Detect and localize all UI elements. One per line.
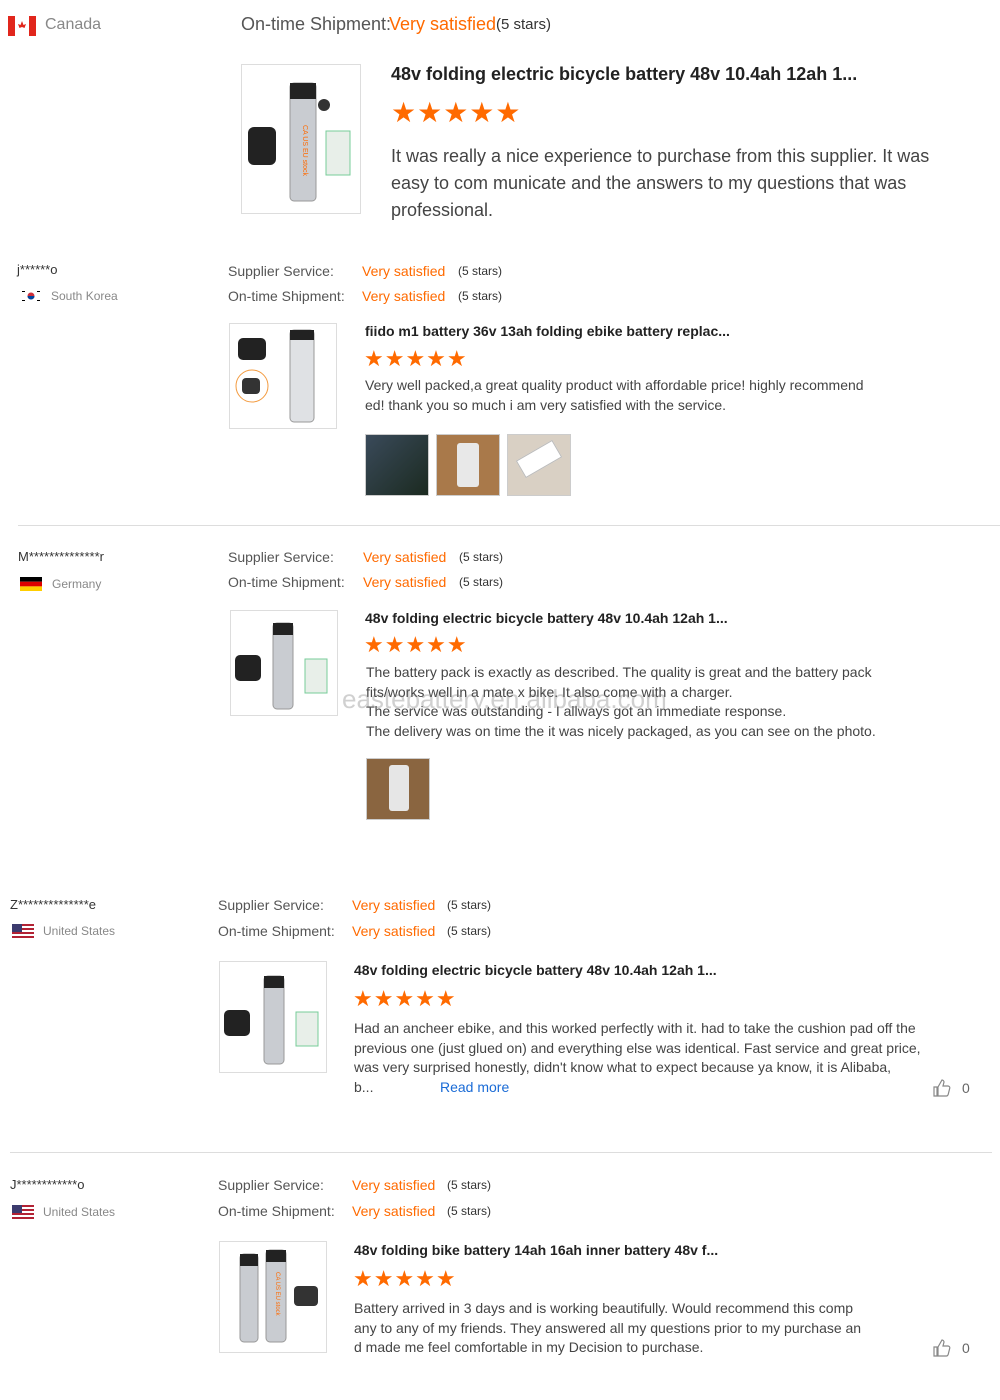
like-count: 0 xyxy=(962,1080,970,1096)
reviewer-name: M**************r xyxy=(18,549,104,564)
supplier-rating: Very satisfied xyxy=(352,897,436,913)
like-button[interactable]: 0 xyxy=(932,1078,970,1098)
battery-product-icon xyxy=(235,622,328,710)
review-text-line: d made me feel comfortable in my Decisio… xyxy=(354,1339,704,1355)
reviewer-name: j******o xyxy=(17,262,58,277)
review-text-line: any to any of my friends. They answered … xyxy=(354,1319,862,1336)
supplier-rating: Very satisfied xyxy=(362,263,446,279)
shipment-stars: (5 stars) xyxy=(458,289,503,303)
review-text-line: Had an ancheer ebike, and this worked pe… xyxy=(354,1020,916,1036)
review-photo[interactable] xyxy=(365,434,429,496)
supplier-stars: (5 stars) xyxy=(458,264,503,278)
shipment-rating: Very satisfied xyxy=(363,574,447,590)
product-image[interactable] xyxy=(219,961,327,1073)
supplier-label: Supplier Service: xyxy=(218,1177,324,1193)
review-text: Battery arrived in 3 days and is working… xyxy=(354,1299,914,1358)
read-more-link[interactable]: Read more xyxy=(440,1079,509,1095)
product-title[interactable]: 48v folding electric bicycle battery 48v… xyxy=(365,610,728,626)
reviewer-name: J************o xyxy=(10,1177,85,1192)
shipment-label: On-time Shipment: xyxy=(218,923,335,939)
reviewer-country: Canada xyxy=(45,16,102,33)
review-photo[interactable] xyxy=(436,434,500,496)
product-title[interactable]: fiido m1 battery 36v 13ah folding ebike … xyxy=(365,323,730,339)
supplier-stars: (5 stars) xyxy=(459,550,504,564)
shipment-label: On-time Shipment: xyxy=(218,1203,335,1219)
battery-product-icon: CA US EU stock xyxy=(239,1249,318,1343)
review-photo[interactable] xyxy=(507,434,571,496)
reviewer-country: United States xyxy=(43,924,116,938)
shipment-rating: Very satisfied xyxy=(389,14,497,34)
review-text-line: ed! thank you so much i am very satisfie… xyxy=(365,396,727,413)
product-title[interactable]: 48v folding electric bicycle battery 48v… xyxy=(354,962,717,978)
review-star-rating: ★★★★★ xyxy=(391,97,522,128)
canada-flag-icon xyxy=(8,16,36,36)
shipment-label: On-time Shipment: xyxy=(241,14,392,34)
product-title[interactable]: 48v folding bike battery 14ah 16ah inner… xyxy=(354,1242,718,1258)
like-count: 0 xyxy=(962,1340,970,1356)
shipment-stars: (5 stars) xyxy=(447,1204,492,1218)
like-button[interactable]: 0 xyxy=(932,1338,970,1358)
shipment-rating: Very satisfied xyxy=(362,288,446,304)
review-text-line: The delivery was on time the it was nice… xyxy=(366,722,876,739)
review-text: It was really a nice experience to purch… xyxy=(391,146,930,220)
review-star-rating: ★★★★★ xyxy=(364,632,468,657)
product-image[interactable] xyxy=(229,323,337,429)
watermark: eastebattery.en.alibaba.com xyxy=(342,684,667,714)
supplier-stars: (5 stars) xyxy=(447,1178,492,1192)
review-text-line: Battery arrived in 3 days and is working… xyxy=(354,1300,854,1316)
battery-product-icon xyxy=(224,975,319,1065)
battery-product-icon: CA US EU stock xyxy=(248,82,351,202)
review-text-line: previous one (just glued on) and everyth… xyxy=(354,1039,921,1056)
product-title[interactable]: 48v folding electric bicycle battery 48v… xyxy=(391,64,857,85)
germany-flag-icon xyxy=(20,577,42,591)
review-text-line: Very well packed,a great quality product… xyxy=(365,377,864,393)
shipment-stars: (5 stars) xyxy=(496,16,552,33)
review-text-line: was very surprised honestly, didn't know… xyxy=(354,1059,892,1075)
review-divider xyxy=(18,525,1000,526)
shipment-stars: (5 stars) xyxy=(447,924,492,938)
supplier-label: Supplier Service: xyxy=(228,549,334,565)
south-korea-flag-icon xyxy=(20,289,42,303)
review-star-rating: ★★★★★ xyxy=(353,986,457,1011)
review-photo[interactable] xyxy=(366,758,430,820)
review-divider xyxy=(10,1152,992,1153)
review-star-rating: ★★★★★ xyxy=(364,346,468,371)
shipment-rating: Very satisfied xyxy=(352,923,436,939)
supplier-label: Supplier Service: xyxy=(218,897,324,913)
united-states-flag-icon xyxy=(12,924,34,938)
supplier-stars: (5 stars) xyxy=(447,898,492,912)
supplier-rating: Very satisfied xyxy=(363,549,447,565)
product-image[interactable]: CA US EU stock xyxy=(241,64,361,214)
reviewer-name: Z**************e xyxy=(10,897,96,912)
reviewer-country: South Korea xyxy=(51,289,118,303)
review-text: Very well packed,a great quality product… xyxy=(365,376,925,415)
svg-text:CA US EU stock: CA US EU stock xyxy=(274,1272,280,1317)
product-image[interactable] xyxy=(230,610,338,716)
reviewer-country: United States xyxy=(43,1205,116,1219)
thumbs-up-icon xyxy=(933,1339,951,1357)
supplier-rating: Very satisfied xyxy=(352,1177,436,1193)
united-states-flag-icon xyxy=(12,1205,34,1219)
shipment-rating: Very satisfied xyxy=(352,1203,436,1219)
supplier-label: Supplier Service: xyxy=(228,263,334,279)
shipment-label: On-time Shipment: xyxy=(228,574,345,590)
review-text-line: The battery pack is exactly as described… xyxy=(366,664,872,680)
shipment-stars: (5 stars) xyxy=(459,575,504,589)
shipment-label: On-time Shipment: xyxy=(228,288,345,304)
thumbs-up-icon xyxy=(933,1079,951,1097)
svg-text:CA US EU stock: CA US EU stock xyxy=(301,125,308,176)
review-star-rating: ★★★★★ xyxy=(353,1266,457,1291)
product-image[interactable]: CA US EU stock xyxy=(219,1241,327,1353)
battery-product-icon xyxy=(235,329,315,423)
reviewer-country: Germany xyxy=(52,577,102,591)
